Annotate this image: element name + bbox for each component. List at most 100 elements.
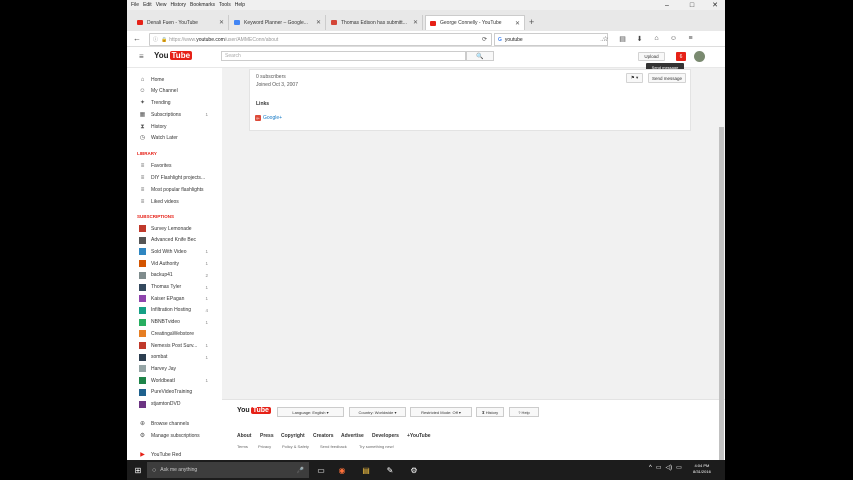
close-tab-icon[interactable]: ✕ (219, 19, 224, 26)
notifications-badge[interactable]: 6 (676, 52, 686, 61)
sidebar-subscription-item[interactable]: NBNBTvideo 1 (127, 317, 222, 328)
sidebar-item-diy-flashlight[interactable]: ≡ DIY Flashlight projects... (127, 172, 222, 183)
battery-icon[interactable]: ▭ (656, 464, 662, 471)
flag-button[interactable]: ⚑ ▾ (626, 73, 643, 83)
sidebar-item-manage-subscriptions[interactable]: ⚙ Manage subscriptions (127, 430, 222, 441)
pen-app-icon[interactable]: ✎ (383, 463, 397, 477)
footer-link-privacy[interactable]: Privacy (258, 444, 271, 449)
footer-link-copyright[interactable]: Copyright (281, 433, 305, 439)
download-icon[interactable]: ⬇ (631, 35, 648, 43)
bookmark-star-icon[interactable]: ☆ (597, 35, 614, 43)
sidebar-subscription-item[interactable]: CreatingaWebstore (127, 328, 222, 339)
cortana-search[interactable]: ○ Ask me anything 🎤 (147, 462, 309, 478)
sidebar-subscription-item[interactable]: WorldbeatI 1 (127, 375, 222, 386)
sidebar-subscription-item[interactable]: sombat 1 (127, 352, 222, 363)
search-icon[interactable]: 🔍 (466, 51, 494, 61)
footer-link-try-new[interactable]: Try something new! (359, 444, 394, 449)
tray-chevron-icon[interactable]: ^ (649, 465, 652, 471)
reader-icon[interactable]: ▤ (614, 35, 631, 43)
sidebar-subscription-item[interactable]: PureVideoTraining (127, 387, 222, 398)
url-bar[interactable]: ⓘ 🔒 https://www. youtube.com /user/AMMEC… (149, 33, 492, 46)
hamburger-menu-icon[interactable]: ≡ (682, 35, 699, 42)
country-button[interactable]: Country: Worldwide ▾ (349, 407, 406, 417)
sidebar-subscription-item[interactable]: Sold With Video 1 (127, 246, 222, 257)
tab-gmail[interactable]: Thomas Edison has submitt... ✕ (327, 15, 423, 30)
footer-link-feedback[interactable]: Send feedback (320, 444, 347, 449)
close-window-button[interactable]: ✕ (705, 0, 725, 10)
volume-icon[interactable]: ◁) (666, 464, 673, 471)
menu-help[interactable]: Help (235, 2, 245, 8)
sidebar-subscription-item[interactable]: Vid Authority 1 (127, 258, 222, 269)
upload-button[interactable]: Upload (638, 52, 665, 61)
back-button[interactable]: ← (133, 34, 141, 43)
sidebar-subscription-item[interactable]: Harvey Jay (127, 363, 222, 374)
info-icon[interactable]: ⓘ (153, 36, 158, 43)
firefox-icon[interactable]: ◉ (335, 463, 349, 477)
sidebar-item-youtube-red[interactable]: ▶ YouTube Red (127, 449, 222, 460)
sidebar-item-browse-channels[interactable]: ⊕ Browse channels (127, 418, 222, 429)
new-tab-button[interactable]: + (529, 17, 534, 27)
restore-button[interactable]: □ (682, 0, 702, 10)
tab-keyword-planner[interactable]: Keyword Planner – Google... ✕ (230, 15, 326, 30)
sidebar-item-history[interactable]: ⧗ History (127, 121, 222, 132)
footer-link-press[interactable]: Press (260, 433, 274, 439)
history-button[interactable]: ⧗ History (476, 407, 504, 417)
youtube-search-input[interactable]: Search (221, 51, 466, 61)
sidebar-subscription-item[interactable]: Nemesis Post Surv... 1 (127, 340, 222, 351)
sidebar-subscription-item[interactable]: backup41 2 (127, 270, 222, 281)
sidebar-subscription-item[interactable]: Survey Lemonade (127, 223, 222, 234)
footer-link-about[interactable]: About (237, 433, 251, 439)
close-tab-icon[interactable]: ✕ (515, 20, 520, 27)
guide-menu-icon[interactable]: ≡ (139, 52, 144, 61)
menu-bookmarks[interactable]: Bookmarks (190, 2, 215, 8)
sidebar-item-liked-videos[interactable]: ≡ Liked videos (127, 196, 222, 207)
menu-tools[interactable]: Tools (219, 2, 231, 8)
avatar[interactable] (694, 51, 705, 62)
file-explorer-icon[interactable]: ▤ (359, 463, 373, 477)
sidebar-item-popular-flashlights[interactable]: ≡ Most popular flashlights (127, 184, 222, 195)
footer-link-advertise[interactable]: Advertise (341, 433, 364, 439)
minimize-button[interactable]: – (657, 0, 677, 10)
sidebar-subscription-item[interactable]: stjamtonDVD (127, 399, 222, 410)
scrollbar[interactable] (719, 127, 724, 460)
sidebar-subscription-item[interactable]: Advanced Knife Bec (127, 235, 222, 246)
task-view-icon[interactable]: ▭ (314, 463, 328, 477)
profile-icon[interactable]: ☺ (665, 35, 682, 42)
footer-link-policy[interactable]: Policy & Safety (282, 444, 309, 449)
footer-link-terms[interactable]: Terms (237, 444, 248, 449)
sidebar-item-home[interactable]: ⌂ Home (127, 74, 222, 85)
menu-history[interactable]: History (170, 2, 186, 8)
clock[interactable]: 4:04 PM 8/31/2016 (693, 463, 711, 475)
google-plus-link[interactable]: g+ Google+ (255, 115, 282, 121)
microphone-icon[interactable]: 🎤 (297, 467, 304, 474)
youtube-logo[interactable]: You Tube (154, 51, 193, 60)
footer-link-creators[interactable]: Creators (313, 433, 334, 439)
menu-edit[interactable]: Edit (143, 2, 152, 8)
tab-george-connelly[interactable]: George Connelly - YouTube ✕ (425, 15, 525, 30)
keyboard-icon[interactable]: ▭ (676, 464, 682, 471)
reload-icon[interactable]: ⟳ (482, 36, 487, 43)
help-button[interactable]: ? Help (509, 407, 539, 417)
send-message-button[interactable]: Send message (648, 73, 686, 83)
settings-app-icon[interactable]: ⚙ (407, 463, 421, 477)
close-tab-icon[interactable]: ✕ (316, 19, 321, 26)
tab-denali[interactable]: Denali Fuen - YouTube ✕ (133, 15, 229, 30)
footer-link-developers[interactable]: Developers (372, 433, 399, 439)
sidebar-item-subscriptions[interactable]: ▦ Subscriptions 1 (127, 109, 222, 120)
sidebar-item-trending[interactable]: ✦ Trending (127, 97, 222, 108)
sidebar-item-my-channel[interactable]: ☺ My Channel (127, 85, 222, 96)
sidebar-subscription-item[interactable]: Thomas Tyler 1 (127, 282, 222, 293)
sidebar-item-favorites[interactable]: ≡ Favorites (127, 160, 222, 171)
footer-link-plus-youtube[interactable]: +YouTube (407, 433, 431, 439)
sidebar-subscription-item[interactable]: Kaiser EPagan 1 (127, 293, 222, 304)
footer-youtube-logo[interactable]: You Tube (237, 407, 271, 414)
menu-view[interactable]: View (156, 2, 167, 8)
restricted-mode-button[interactable]: Restricted Mode: Off ▾ (410, 407, 472, 417)
start-icon[interactable]: ⊞ (131, 463, 145, 477)
menu-file[interactable]: File (131, 2, 139, 8)
language-button[interactable]: Language: English ▾ (277, 407, 344, 417)
sidebar-item-watch-later[interactable]: ◷ Watch Later (127, 132, 222, 143)
search-bar[interactable]: G youtube → (494, 33, 608, 46)
home-icon[interactable]: ⌂ (648, 35, 665, 42)
sidebar-subscription-item[interactable]: Infiltration Hosting 4 (127, 305, 222, 316)
